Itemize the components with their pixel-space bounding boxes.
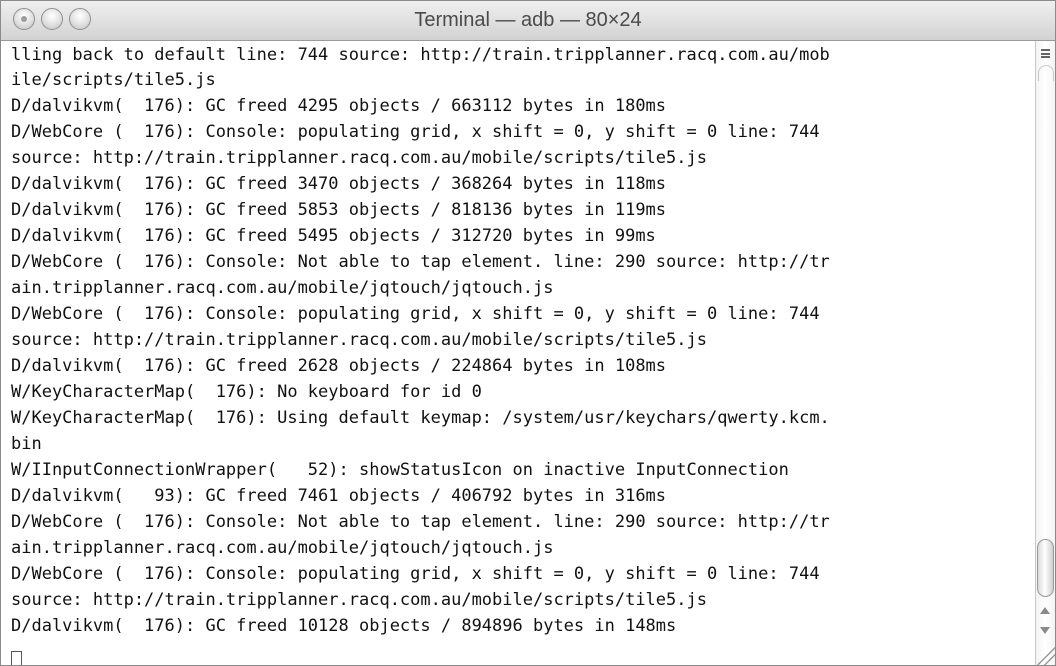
terminal-window: Terminal — adb — 80×24 lling back to def…	[0, 0, 1056, 666]
terminal-line: D/dalvikvm( 176): GC freed 10128 objects…	[11, 616, 677, 636]
terminal-line: D/dalvikvm( 176): GC freed 3470 objects …	[11, 174, 667, 194]
terminal-line: W/KeyCharacterMap( 176): Using default k…	[11, 408, 830, 428]
terminal-line: ile/scripts/tile5.js	[11, 70, 216, 90]
vertical-scrollbar[interactable]	[1035, 41, 1055, 665]
scroll-up-arrow-icon[interactable]	[1040, 607, 1050, 614]
scroll-down-arrow-icon[interactable]	[1040, 627, 1050, 634]
scroll-track-top	[1038, 65, 1054, 81]
terminal-line: lling back to default line: 744 source: …	[11, 45, 830, 65]
title-bar[interactable]: Terminal — adb — 80×24	[1, 1, 1055, 41]
terminal-line: ain.tripplanner.racq.com.au/mobile/jqtou…	[11, 538, 554, 558]
terminal-output[interactable]: lling back to default line: 744 source: …	[1, 41, 1035, 665]
terminal-line: source: http://train.tripplanner.racq.co…	[11, 590, 707, 610]
terminal-line: D/WebCore ( 176): Console: populating gr…	[11, 564, 820, 584]
terminal-line: D/WebCore ( 176): Console: populating gr…	[11, 122, 820, 142]
terminal-line: D/dalvikvm( 93): GC freed 7461 objects /…	[11, 486, 667, 506]
terminal-line: bin	[11, 434, 42, 454]
terminal-line: W/IInputConnectionWrapper( 52): showStat…	[11, 460, 789, 480]
split-pane-icon[interactable]	[1041, 49, 1050, 58]
text-cursor	[11, 651, 22, 665]
window-title: Terminal — adb — 80×24	[414, 9, 642, 31]
terminal-line: D/WebCore ( 176): Console: Not able to t…	[11, 252, 830, 272]
scroll-thumb[interactable]	[1037, 539, 1054, 597]
terminal-line: D/dalvikvm( 176): GC freed 2628 objects …	[11, 356, 667, 376]
terminal-line: D/dalvikvm( 176): GC freed 4295 objects …	[11, 96, 667, 116]
terminal-line: source: http://train.tripplanner.racq.co…	[11, 148, 707, 168]
terminal-line: D/dalvikvm( 176): GC freed 5495 objects …	[11, 226, 656, 246]
terminal-line: ain.tripplanner.racq.com.au/mobile/jqtou…	[11, 278, 554, 298]
terminal-line: D/WebCore ( 176): Console: Not able to t…	[11, 512, 830, 532]
terminal-line: D/dalvikvm( 176): GC freed 5853 objects …	[11, 200, 667, 220]
terminal-line: W/KeyCharacterMap( 176): No keyboard for…	[11, 382, 482, 402]
terminal-line: source: http://train.tripplanner.racq.co…	[11, 330, 707, 350]
resize-grip-icon[interactable]	[1035, 645, 1055, 665]
terminal-line: D/WebCore ( 176): Console: populating gr…	[11, 304, 820, 324]
